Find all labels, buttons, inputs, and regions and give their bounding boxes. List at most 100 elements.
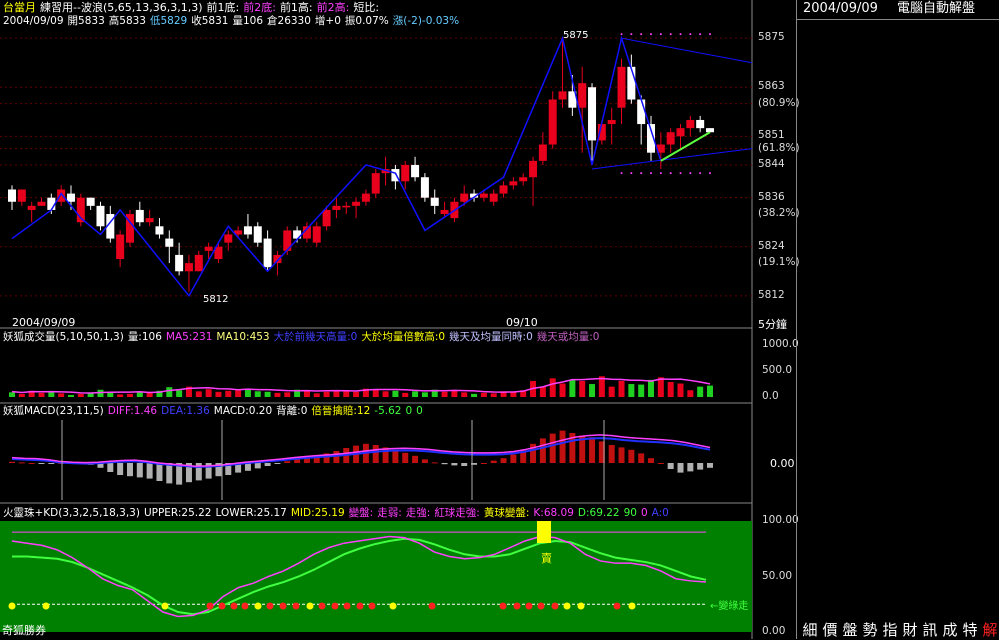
tab-trades[interactable]: 成: [940, 619, 960, 640]
candle-body: [460, 193, 469, 202]
volume-axis-label: 0.0: [762, 390, 779, 402]
candle-body: [588, 87, 597, 141]
candle-body: [666, 132, 675, 145]
kd-ball: [428, 602, 436, 610]
kd-ball: [368, 602, 376, 610]
sell-mark: 賣: [541, 552, 552, 565]
kd-ball: [292, 602, 300, 610]
macd-bar: [490, 460, 497, 463]
symbol-label[interactable]: 台當月: [3, 1, 36, 14]
volume-header: 妖狐成交量(5,10,50,1,3) 量:106 MA5:231 MA10:453 大於…: [3, 331, 603, 344]
macd-bar: [48, 463, 55, 464]
macd-bar: [117, 463, 124, 475]
macd-diff-line: [11, 434, 711, 467]
price-axis-label: 5851: [758, 129, 785, 142]
volume-bar: [9, 392, 15, 397]
kd-ball: [306, 602, 314, 610]
price-axis-label: 5863: [758, 80, 785, 93]
tab-analysis[interactable]: 解: [980, 619, 999, 640]
kd-d: D:69.22: [577, 507, 620, 519]
volume-bar: [707, 385, 713, 397]
macd-bar: [589, 437, 596, 463]
target-dot: [650, 33, 653, 36]
macd-bar: [38, 463, 45, 464]
tab-finance[interactable]: 財: [900, 619, 920, 640]
price-axis-label: (61.8%): [758, 141, 800, 154]
macd-title[interactable]: 妖狐MACD(23,11,5): [3, 405, 104, 417]
tab-special[interactable]: 特: [960, 619, 980, 640]
volume-bar: [323, 391, 330, 397]
volume-bar: [549, 378, 556, 397]
candle-body: [135, 209, 144, 223]
macd-bar: [648, 458, 655, 463]
tab-news[interactable]: 訊: [920, 619, 940, 640]
volume-bar: [48, 391, 55, 397]
volume-bar: [608, 386, 615, 397]
volume-title[interactable]: 妖狐成交量(5,10,50,1,3): [3, 331, 124, 343]
target-dot: [689, 172, 692, 175]
prev-low1: 前1底:: [206, 1, 240, 14]
kd-k: K:68.09: [533, 507, 574, 519]
tab-detail[interactable]: 細: [800, 619, 820, 640]
right-panel-title[interactable]: 電腦自動解盤: [897, 2, 975, 15]
kd-ball: [343, 602, 351, 610]
macd-bar: [677, 463, 684, 473]
candle-body: [224, 234, 233, 243]
kd-ball: [525, 602, 533, 610]
candle-body: [204, 246, 213, 251]
volume-cond3: 幾天及均量同時:0: [449, 331, 533, 343]
tab-index[interactable]: 指: [880, 619, 900, 640]
kd-s1: 變盤:: [348, 507, 374, 519]
macd-bar: [549, 433, 556, 463]
kd-ball: [279, 602, 287, 610]
tab-price[interactable]: 價: [820, 619, 840, 640]
kd-title[interactable]: 火靈珠+KD(3,3,2,5,18,3,3): [3, 507, 140, 519]
candle-body: [165, 238, 174, 247]
kd-ball: [551, 602, 559, 610]
candle-body: [145, 218, 154, 223]
macd-dea: DEA:1.36: [161, 405, 210, 417]
target-dot: [620, 33, 623, 36]
volume-bar: [657, 377, 664, 397]
quote-change: 增+0: [314, 15, 341, 27]
macd-extra: -5.62: [374, 405, 402, 417]
candle-body: [617, 66, 626, 108]
candle-body: [420, 177, 429, 198]
macd-bar: [638, 453, 645, 463]
volume-bar: [274, 392, 281, 397]
macd-bar: [18, 462, 25, 464]
volume-bar: [126, 393, 133, 397]
analysis-tabs: 細價盤勢指財訊成特解: [800, 619, 999, 640]
macd-bar: [333, 451, 340, 463]
volume-bar: [205, 389, 212, 397]
timeframe-label[interactable]: 5分鐘: [758, 318, 787, 331]
candle-body: [342, 205, 351, 208]
candle-body: [607, 119, 616, 125]
macd-bar: [136, 463, 143, 478]
kd-ball: [537, 602, 545, 610]
volume-bar: [618, 380, 625, 397]
candle-body: [155, 226, 164, 235]
candle-body: [37, 201, 46, 206]
candle-body: [430, 197, 439, 206]
candle-body: [548, 99, 557, 145]
price-axis-label: (80.9%): [758, 96, 800, 109]
macd-bar: [146, 463, 153, 479]
candle-body: [57, 189, 66, 202]
quote-low: 低5829: [150, 15, 188, 27]
volume-cond2: 大於均量倍數高:0: [361, 331, 446, 343]
kd-ball: [563, 602, 571, 610]
candle-body: [578, 83, 587, 108]
volume-axis-label: 1000.0: [762, 338, 799, 351]
volume-bar: [235, 390, 242, 397]
wave-channel-top: [621, 37, 753, 64]
macd-bar: [510, 454, 517, 463]
tab-board[interactable]: 盤: [840, 619, 860, 640]
target-dot: [630, 172, 633, 175]
target-dot: [630, 33, 633, 36]
candle-body: [66, 193, 75, 202]
header-row1: 台當月 練習用--波浪(5,65,13,36,3,1,3) 前1底: 前2底: 前1高:…: [3, 1, 383, 14]
target-dot: [659, 172, 662, 175]
target-dot: [679, 33, 682, 36]
tab-trend[interactable]: 勢: [860, 619, 880, 640]
